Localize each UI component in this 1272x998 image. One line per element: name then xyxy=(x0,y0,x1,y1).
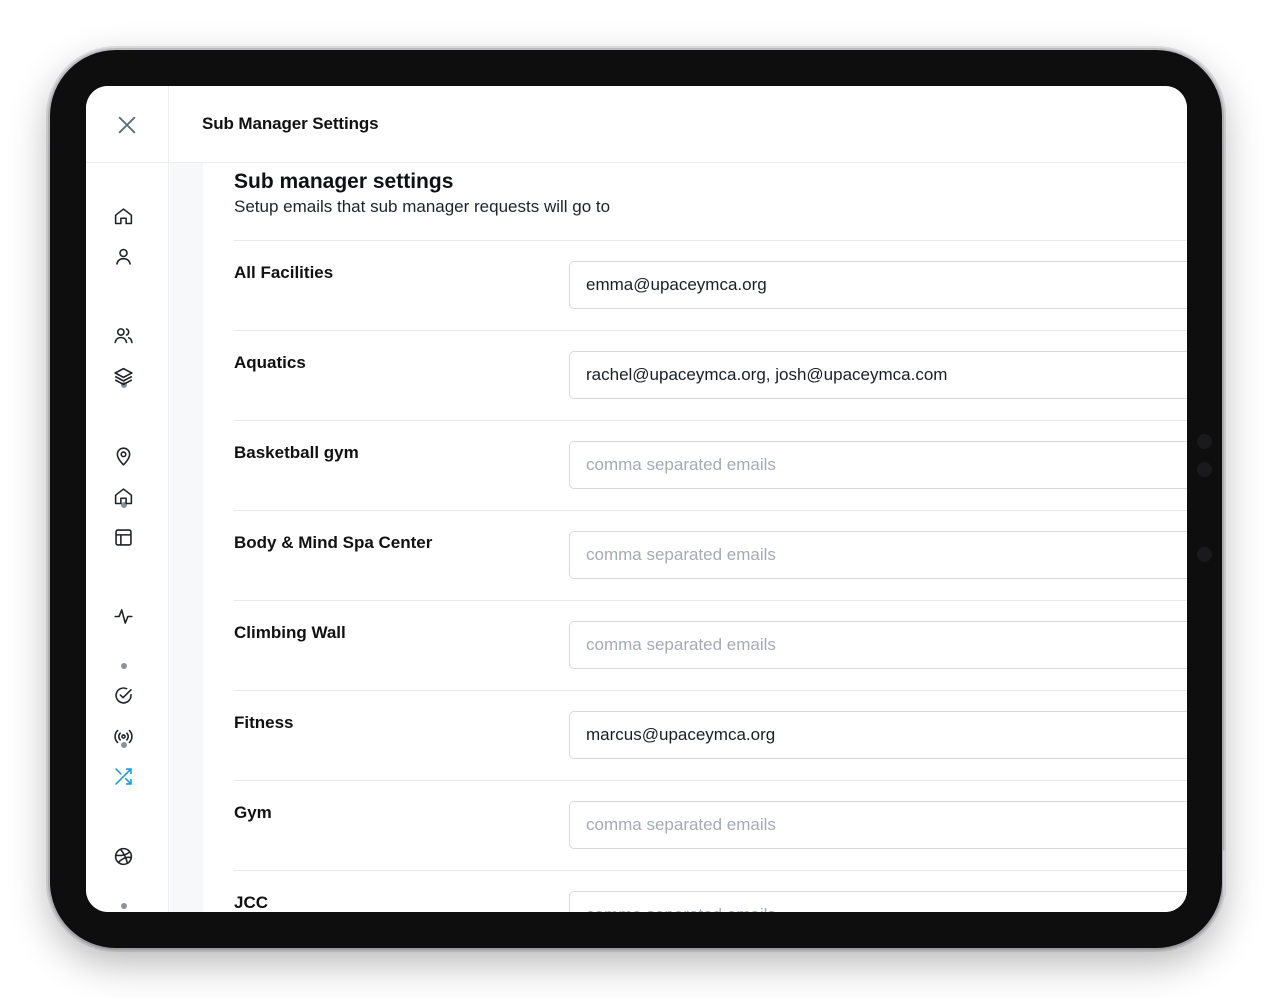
sidebar-item-tasks[interactable] xyxy=(111,683,135,707)
users-icon xyxy=(113,327,133,343)
facility-row: Climbing Wall xyxy=(234,600,1187,690)
layout-icon xyxy=(114,528,132,546)
activity-icon xyxy=(113,608,133,624)
building-icon xyxy=(114,487,132,504)
facility-row: All Facilities xyxy=(234,240,1187,330)
app-screen: Sub Manager Settings Sub manager setting… xyxy=(86,86,1187,912)
facility-label: JCC xyxy=(234,893,269,912)
facility-email-input[interactable] xyxy=(569,711,1187,759)
check-circle-icon xyxy=(114,686,132,704)
broadcast-icon xyxy=(113,729,133,743)
page-header: Sub Manager Settings xyxy=(86,86,1187,163)
close-icon xyxy=(118,116,136,133)
facility-email-input[interactable] xyxy=(569,621,1187,669)
dribbble-icon xyxy=(114,847,132,865)
shuffle-icon xyxy=(114,767,132,785)
user-icon xyxy=(115,248,131,265)
facility-row: Fitness xyxy=(234,690,1187,780)
home-icon xyxy=(114,207,132,224)
sidebar-item-profile[interactable] xyxy=(111,244,135,268)
camera-dot xyxy=(1197,434,1212,449)
facility-label: Basketball gym xyxy=(234,443,359,462)
sidebar-item-layers[interactable] xyxy=(111,364,135,388)
facility-label: Gym xyxy=(234,803,272,822)
section-subtitle: Setup emails that sub manager requests w… xyxy=(234,197,611,216)
nav-separator-dot xyxy=(121,663,127,669)
page-title: Sub Manager Settings xyxy=(202,114,379,133)
facility-email-input[interactable] xyxy=(569,261,1187,309)
facility-label: Aquatics xyxy=(234,353,306,372)
nav-separator-dot xyxy=(121,903,127,909)
facility-email-input[interactable] xyxy=(569,801,1187,849)
facility-email-list: All Facilities Aquatics Basketball gym B… xyxy=(234,240,1187,912)
facility-label: Body & Mind Spa Center xyxy=(234,533,433,552)
sidebar-item-home[interactable] xyxy=(111,204,135,228)
facility-label: All Facilities xyxy=(234,263,334,282)
facility-email-input[interactable] xyxy=(569,441,1187,489)
facility-email-input[interactable] xyxy=(569,891,1187,912)
camera-dot xyxy=(1197,462,1212,477)
map-pin-icon xyxy=(116,446,130,466)
sidebar-item-sports[interactable] xyxy=(111,844,135,868)
sidebar-item-team[interactable] xyxy=(111,323,135,347)
tablet-frame: Sub Manager Settings Sub manager setting… xyxy=(50,50,1226,948)
side-button xyxy=(1223,850,1226,896)
sidebar-item-locations[interactable] xyxy=(111,444,135,468)
facility-row: Aquatics xyxy=(234,330,1187,420)
facility-row: JCC xyxy=(234,870,1187,912)
sidebar-item-schedule[interactable] xyxy=(111,525,135,549)
facility-label: Climbing Wall xyxy=(234,623,346,642)
sidebar-item-sub-manager[interactable] xyxy=(111,764,135,788)
sidebar-nav xyxy=(86,163,169,912)
facility-row: Basketball gym xyxy=(234,420,1187,510)
sidebar-item-broadcast[interactable] xyxy=(111,724,135,748)
sidebar-item-activity[interactable] xyxy=(111,604,135,628)
facility-label: Fitness xyxy=(234,713,294,732)
facility-email-input[interactable] xyxy=(569,531,1187,579)
facility-row: Body & Mind Spa Center xyxy=(234,510,1187,600)
camera-dot xyxy=(1197,547,1212,562)
close-button[interactable] xyxy=(86,86,169,163)
settings-panel: Sub manager settings Setup emails that s… xyxy=(203,163,1187,912)
layers-icon xyxy=(113,367,133,385)
facility-row: Gym xyxy=(234,780,1187,870)
section-title: Sub manager settings xyxy=(234,170,454,193)
sidebar-item-facilities[interactable] xyxy=(111,484,135,508)
content-gutter xyxy=(170,163,203,912)
facility-email-input[interactable] xyxy=(569,351,1187,399)
